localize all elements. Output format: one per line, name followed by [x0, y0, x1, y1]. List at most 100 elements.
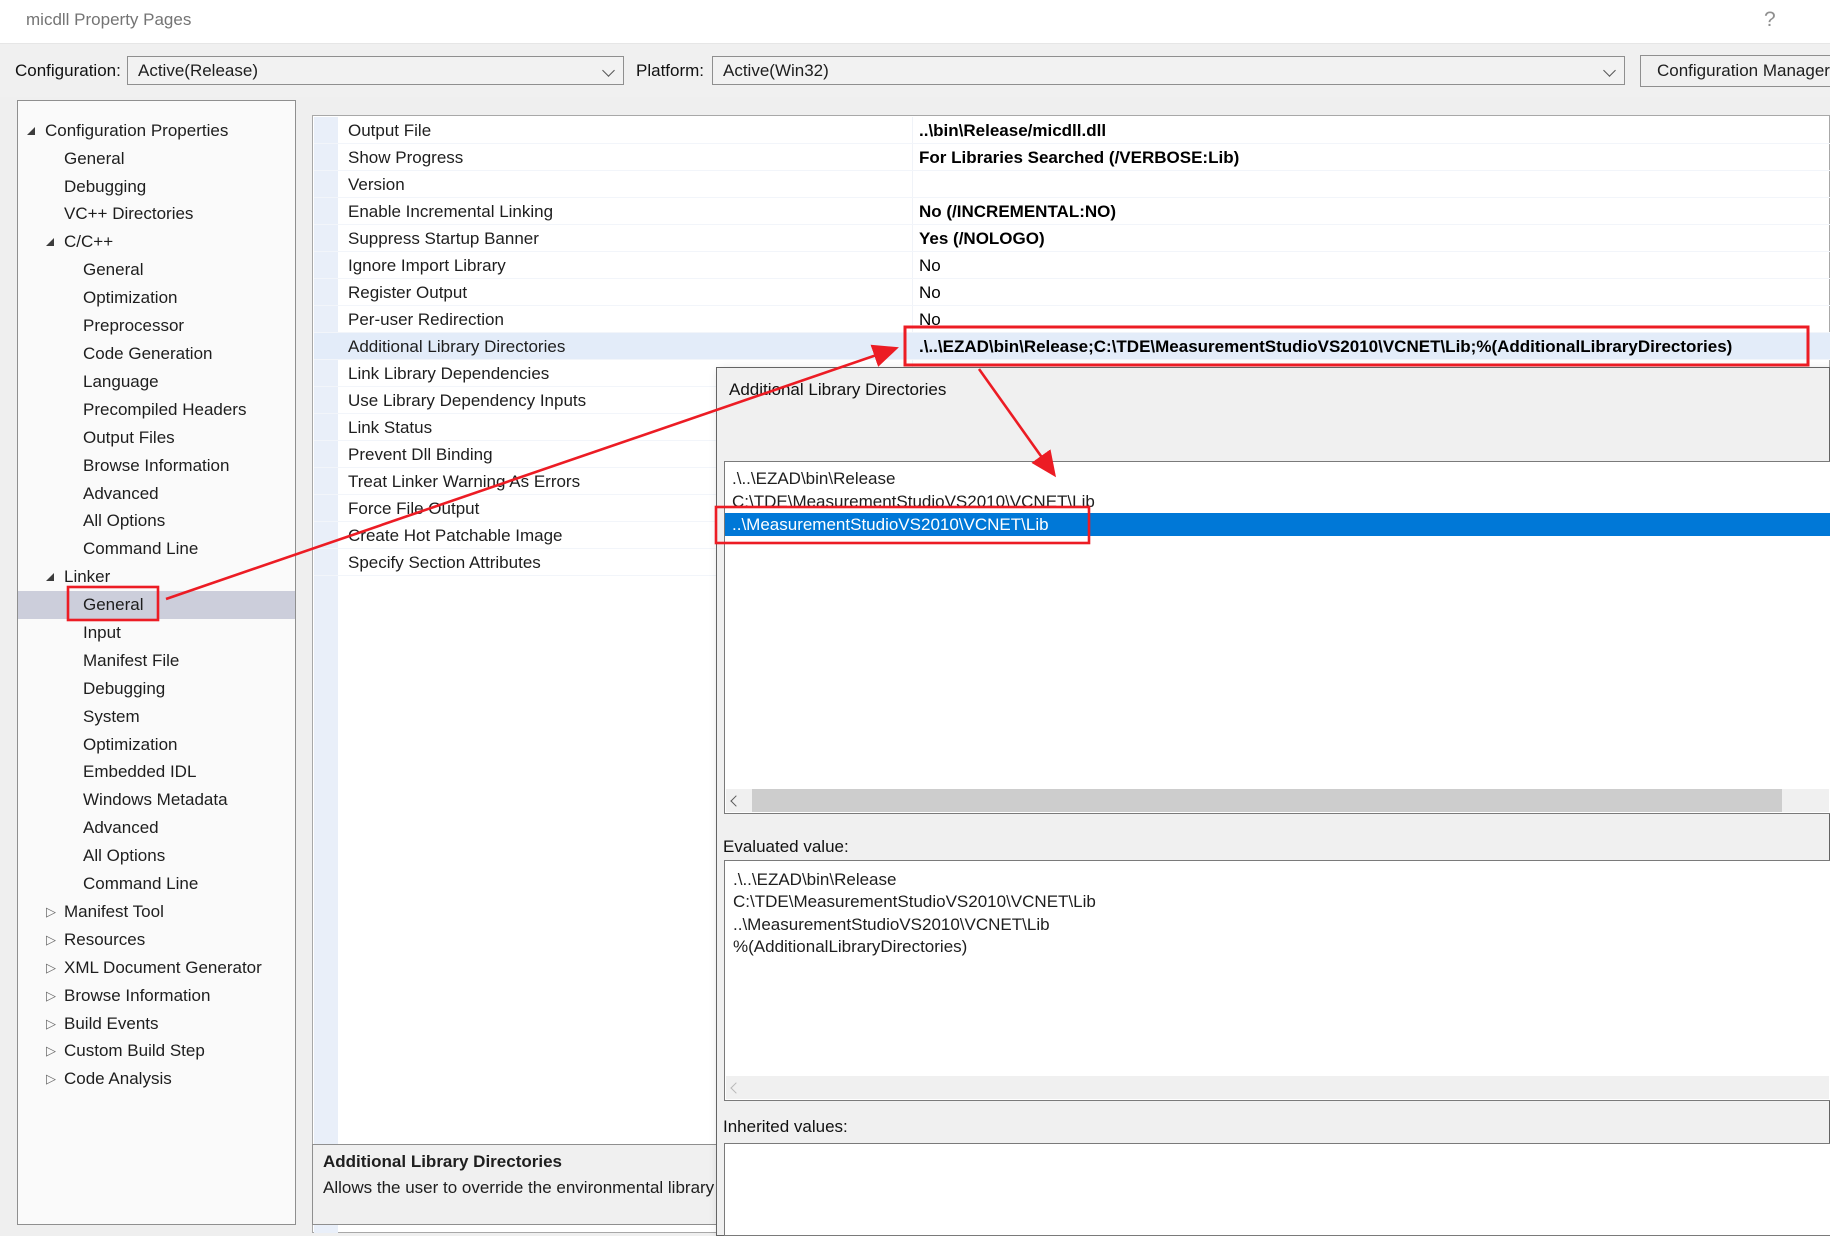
tree-item-code-analysis[interactable]: ▷ Code Analysis: [18, 1065, 295, 1093]
tree-item-resources[interactable]: ▷Resources: [18, 926, 295, 954]
property-row-ignore-import-library[interactable]: Ignore Import LibraryNo: [314, 252, 1830, 279]
property-value[interactable]: Yes (/NOLOGO): [919, 225, 1045, 252]
property-row-register-output[interactable]: Register Output No: [314, 279, 1830, 306]
tree-item-label: Optimization: [83, 284, 177, 312]
property-name: Treat Linker Warning As Errors: [348, 468, 580, 495]
tree-item-system-sub[interactable]: System: [18, 703, 295, 731]
tree-item-custom-build-step[interactable]: ▷Custom Build Step: [18, 1037, 295, 1065]
listbox-hscrollbar[interactable]: [726, 789, 1829, 812]
tree-item-browse-information[interactable]: ▷Browse Information: [18, 982, 295, 1010]
property-name: Register Output: [348, 279, 467, 306]
property-row-suppress-startup-banner[interactable]: Suppress Startup BannerYes (/NOLOGO): [314, 225, 1830, 252]
property-value[interactable]: .\..\EZAD\bin\Release;C:\TDE\Measurement…: [919, 333, 1732, 360]
tree-item-c-c[interactable]: C/C++: [18, 228, 295, 256]
configuration-manager-button[interactable]: Configuration Manager...: [1640, 55, 1830, 87]
property-value[interactable]: ..\bin\Release/micdll.dll: [919, 117, 1106, 144]
property-row-output-file[interactable]: Output File ..\bin\Release/micdll.dll: [314, 117, 1830, 144]
tree-item-manifest-file-sub[interactable]: Manifest File: [18, 647, 295, 675]
tree-item-optimization-sub[interactable]: Optimization: [18, 731, 295, 759]
tree-item-label: All Options: [83, 507, 165, 535]
tree-item-label: Code Generation: [83, 340, 212, 368]
tree-item-browse-information-sub[interactable]: Browse Information: [18, 452, 295, 480]
platform-dropdown[interactable]: Active(Win32): [712, 56, 1625, 85]
collapsed-arrow-icon[interactable]: ▷: [46, 1037, 56, 1065]
collapsed-arrow-icon[interactable]: ▷: [46, 1065, 56, 1093]
property-row-enable-incremental-linking[interactable]: Enable Incremental LinkingNo (/INCREMENT…: [314, 198, 1830, 225]
property-name: Output File: [348, 117, 431, 144]
evaluated-value-line: %(AdditionalLibraryDirectories): [733, 936, 1830, 958]
tree-item-label: Optimization: [83, 731, 177, 759]
collapsed-arrow-icon[interactable]: ▷: [46, 1010, 56, 1038]
directory-list-item[interactable]: .\..\EZAD\bin\Release: [725, 467, 1830, 490]
property-name: Per-user Redirection: [348, 306, 504, 333]
expanded-arrow-icon[interactable]: [46, 573, 54, 581]
tree-item-optimization-sub[interactable]: Optimization: [18, 284, 295, 312]
tree-item-debugging[interactable]: Debugging: [18, 173, 295, 201]
tree-item-windows-metadata-sub[interactable]: Windows Metadata: [18, 786, 295, 814]
directories-listbox[interactable]: .\..\EZAD\bin\ReleaseC:\TDE\MeasurementS…: [724, 461, 1830, 814]
inherited-values-box: [724, 1143, 1830, 1236]
tree-item-command-line-sub[interactable]: Command Line: [18, 535, 295, 563]
tree-item-code-generation-sub[interactable]: Code Generation: [18, 340, 295, 368]
property-name: Additional Library Directories: [348, 333, 565, 360]
expanded-arrow-icon[interactable]: [27, 127, 35, 135]
property-row-show-progress[interactable]: Show ProgressFor Libraries Searched (/VE…: [314, 144, 1830, 171]
tree-item-all-options-sub[interactable]: All Options: [18, 842, 295, 870]
tree-item-manifest-tool[interactable]: ▷Manifest Tool: [18, 898, 295, 926]
tree-item-input-sub[interactable]: Input: [18, 619, 295, 647]
tree-item-advanced-sub[interactable]: Advanced: [18, 814, 295, 842]
platform-value: Active(Win32): [723, 61, 1597, 81]
property-row-version[interactable]: Version: [314, 171, 1830, 198]
tree-item-output-files-sub[interactable]: Output Files: [18, 424, 295, 452]
tree-item-precompiled-headers-sub[interactable]: Precompiled Headers: [18, 396, 295, 424]
collapsed-arrow-icon[interactable]: ▷: [46, 926, 56, 954]
scroll-left-icon[interactable]: [730, 795, 741, 806]
tree-item-label: XML Document Generator: [64, 954, 262, 982]
tree-item-general-sub[interactable]: General: [18, 591, 295, 619]
tree-item-label: Code Analysis: [64, 1065, 172, 1093]
tree-item-build-events[interactable]: ▷Build Events: [18, 1010, 295, 1038]
tree-item-language-sub[interactable]: Language: [18, 368, 295, 396]
property-pages-dialog: micdll Property Pages ? Configuration: A…: [0, 0, 1830, 1236]
tree-item-configuration-properties[interactable]: Configuration Properties: [18, 117, 295, 145]
tree-item-label: Preprocessor: [83, 312, 184, 340]
property-row-additional-library-directories[interactable]: Additional Library Directories .\..\EZAD\…: [314, 333, 1830, 360]
evaluated-hscrollbar[interactable]: [726, 1076, 1829, 1099]
tree-item-general-sub[interactable]: General: [18, 256, 295, 284]
property-value[interactable]: For Libraries Searched (/VERBOSE:Lib): [919, 144, 1239, 171]
tree-item-label: Command Line: [83, 535, 198, 563]
tree-item-xml-document-generator[interactable]: ▷ XML Document Generator: [18, 954, 295, 982]
tree-item-label: General: [83, 591, 143, 619]
collapsed-arrow-icon[interactable]: ▷: [46, 982, 56, 1010]
configuration-dropdown[interactable]: Active(Release): [127, 56, 624, 85]
tree-item-embedded-idl-sub[interactable]: Embedded IDL: [18, 758, 295, 786]
scrollbar-thumb[interactable]: [752, 789, 1782, 812]
tree-item-vc-directories[interactable]: VC++ Directories: [18, 200, 295, 228]
tree-item-preprocessor-sub[interactable]: Preprocessor: [18, 312, 295, 340]
property-value[interactable]: No: [919, 279, 941, 306]
configuration-label: Configuration:: [15, 61, 121, 81]
title-bar: micdll Property Pages ?: [0, 0, 1830, 43]
property-row-per-user-redirection[interactable]: Per-user Redirection No: [314, 306, 1830, 333]
tree-item-general[interactable]: General: [18, 145, 295, 173]
evaluated-value-label: Evaluated value:: [723, 837, 849, 857]
property-value[interactable]: No: [919, 306, 941, 333]
tree-item-all-options-sub[interactable]: All Options: [18, 507, 295, 535]
tree-item-linker[interactable]: Linker: [18, 563, 295, 591]
tree-item-advanced-sub[interactable]: Advanced: [18, 480, 295, 508]
expanded-arrow-icon[interactable]: [46, 238, 54, 246]
property-value[interactable]: No: [919, 252, 941, 279]
popup-title: Additional Library Directories: [729, 380, 946, 400]
tree-item-debugging-sub[interactable]: Debugging: [18, 675, 295, 703]
tree-item-label: General: [83, 256, 143, 284]
property-value[interactable]: No (/INCREMENTAL:NO): [919, 198, 1116, 225]
property-name: Link Library Dependencies: [348, 360, 549, 387]
directory-list-item[interactable]: C:\TDE\MeasurementStudioVS2010\VCNET\Lib: [725, 490, 1830, 513]
collapsed-arrow-icon[interactable]: ▷: [46, 898, 56, 926]
evaluated-value-box: .\..\EZAD\bin\ReleaseC:\TDE\MeasurementS…: [724, 860, 1830, 1101]
collapsed-arrow-icon[interactable]: ▷: [46, 954, 56, 982]
tree-item-command-line-sub[interactable]: Command Line: [18, 870, 295, 898]
tree-item-label: System: [83, 703, 140, 731]
help-icon[interactable]: ?: [1764, 8, 1776, 32]
directory-list-item[interactable]: ..\MeasurementStudioVS2010\VCNET\Lib: [725, 513, 1830, 536]
